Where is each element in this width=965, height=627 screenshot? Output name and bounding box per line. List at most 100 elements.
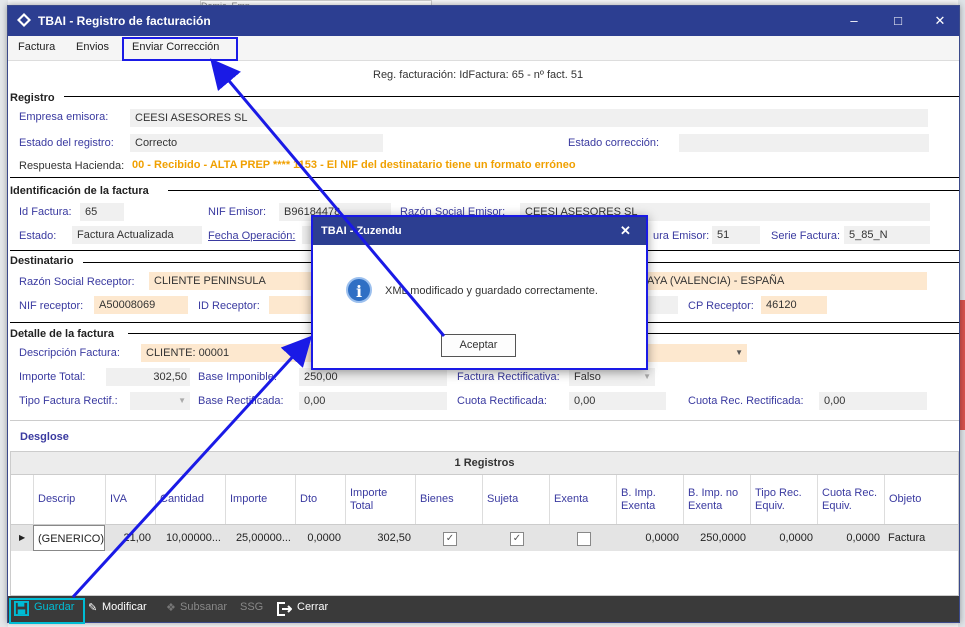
importe-total-field[interactable]: 302,50	[106, 368, 190, 386]
razon-social-receptor-field[interactable]: CLIENTE PENINSULA	[149, 272, 314, 290]
cell-cantidad[interactable]: 10,00000...	[155, 525, 225, 551]
checkbox-sujeta[interactable]: ✓	[510, 532, 524, 546]
wrench-icon: ❖	[166, 602, 176, 614]
serie-factura-label: Serie Factura:	[771, 230, 841, 242]
cell-objeto[interactable]: Factura	[884, 525, 958, 551]
col-cantidad[interactable]: Cantidad	[155, 475, 225, 524]
fecha-operacion-link[interactable]: Fecha Operación:	[208, 230, 295, 242]
empresa-label: Empresa emisora:	[19, 111, 109, 123]
cell-descrip[interactable]: (GENERICO)	[33, 525, 105, 551]
section-destinatario: Destinatario	[10, 255, 74, 267]
col-cuota-rec-equiv[interactable]: Cuota Rec. Equiv.	[817, 475, 884, 524]
col-importe[interactable]: Importe	[225, 475, 295, 524]
invoice-subtitle: Reg. facturación: IdFactura: 65 - nº fac…	[373, 69, 584, 81]
subsanar-button[interactable]: Subsanar	[180, 601, 227, 613]
modificar-button[interactable]: Modificar	[102, 601, 147, 613]
checkbox-exenta[interactable]	[577, 532, 591, 546]
row-expand-icon[interactable]: ▶	[15, 525, 33, 551]
section-detalle: Detalle de la factura	[10, 328, 114, 340]
minimize-button[interactable]: –	[844, 12, 864, 30]
col-dto[interactable]: Dto	[295, 475, 345, 524]
id-receptor-field[interactable]	[269, 296, 314, 314]
chevron-down-icon: ▼	[735, 348, 743, 357]
base-rectificada-field[interactable]: 0,00	[299, 392, 447, 410]
factura-rectificativa-select[interactable]: Falso ▼	[569, 368, 655, 386]
window-title: TBAI - Registro de facturación	[38, 14, 211, 28]
direccion-receptor-field[interactable]: AYA (VALENCIA) - ESPAÑA	[642, 272, 927, 290]
col-descrip[interactable]: Descrip	[33, 475, 105, 524]
col-iva[interactable]: IVA	[105, 475, 155, 524]
tipo-factura-rectif-select[interactable]: ▼	[130, 392, 190, 410]
section-identificacion: Identificación de la factura	[10, 185, 149, 197]
empresa-field[interactable]: CEESI ASESORES SL	[130, 109, 928, 127]
descripcion-factura-field[interactable]: CLIENTE: 00001	[141, 344, 314, 362]
nif-receptor-label: NIF receptor:	[19, 300, 84, 312]
estado-field[interactable]: Factura Actualizada	[72, 226, 202, 244]
dialog-title-bar: TBAI - Zuzendu ✕	[313, 217, 646, 245]
cell-bimp-no-exenta[interactable]: 250,0000	[683, 525, 750, 551]
table-row[interactable]: ▶ (GENERICO) 21,00 10,00000... 25,00000.…	[11, 525, 958, 551]
col-bimp-no-exenta[interactable]: B. Imp. no Exenta	[683, 475, 750, 524]
col-tipo-rec-equiv[interactable]: Tipo Rec. Equiv.	[750, 475, 817, 524]
pencil-icon: ✎	[88, 602, 98, 614]
tipo-factura-rectif-label: Tipo Factura Rectif.:	[19, 395, 118, 407]
col-exenta[interactable]: Exenta	[549, 475, 616, 524]
section-divider	[168, 190, 959, 191]
cuota-rectificada-label: Cuota Rectificada:	[457, 395, 547, 407]
info-icon: i	[346, 277, 372, 303]
dialog-message: XML modificado y guardado correctamente.	[385, 285, 598, 297]
col-importe-total[interactable]: Importe Total	[345, 475, 415, 524]
cuota-rectificada-field[interactable]: 0,00	[569, 392, 666, 410]
base-imponible-label: Base Imponible:	[198, 371, 277, 383]
dialog-close-icon[interactable]: ✕	[620, 223, 631, 239]
importe-total-label: Importe Total:	[19, 371, 86, 383]
guardar-highlight-box	[9, 598, 85, 624]
col-objeto[interactable]: Objeto	[884, 475, 958, 524]
nif-receptor-field[interactable]: A50008069	[94, 296, 188, 314]
grid-records-count: 1 Registros	[11, 452, 958, 475]
estado-registro-label: Estado del registro:	[19, 137, 114, 149]
aceptar-button[interactable]: Aceptar	[441, 334, 516, 357]
close-button[interactable]: ✕	[930, 12, 950, 30]
cell-tipo-rec-equiv[interactable]: 0,0000	[750, 525, 817, 551]
desglose-grid: 1 Registros Descrip IVA Cantidad Importe…	[10, 451, 959, 596]
menu-factura[interactable]: Factura	[18, 41, 55, 53]
numero-factura-field[interactable]: 51	[712, 226, 760, 244]
id-factura-label: Id Factura:	[19, 206, 72, 218]
estado-registro-field[interactable]: Correcto	[130, 134, 383, 152]
cell-dto[interactable]: 0,0000	[295, 525, 345, 551]
id-receptor-label: ID Receptor:	[198, 300, 260, 312]
cell-importe[interactable]: 25,00000...	[225, 525, 295, 551]
chevron-down-icon: ▼	[178, 396, 186, 405]
descripcion-factura-label: Descripción Factura:	[19, 347, 120, 359]
id-factura-field[interactable]: 65	[80, 203, 124, 221]
cell-importe-total[interactable]: 302,50	[345, 525, 415, 551]
cuota-rec-rectificada-field[interactable]: 0,00	[819, 392, 927, 410]
section-registro: Registro	[10, 92, 55, 104]
checkbox-bienes[interactable]: ✓	[443, 532, 457, 546]
cp-receptor-field[interactable]: 46120	[761, 296, 827, 314]
col-sujeta[interactable]: Sujeta	[482, 475, 549, 524]
maximize-button[interactable]: □	[888, 12, 908, 30]
estado-correccion-field[interactable]	[679, 134, 929, 152]
section-divider	[64, 96, 959, 97]
section-divider	[10, 177, 959, 178]
factura-rectificativa-value: Falso	[574, 371, 601, 383]
message-dialog: TBAI - Zuzendu ✕ i XML modificado y guar…	[311, 215, 648, 370]
base-imponible-field[interactable]: 250,00	[299, 368, 447, 386]
app-logo-icon	[17, 13, 31, 27]
cell-bimp-exenta[interactable]: 0,0000	[616, 525, 683, 551]
chevron-down-icon: ▼	[643, 372, 651, 381]
cell-iva[interactable]: 21,00	[105, 525, 155, 551]
menu-envios[interactable]: Envios	[76, 41, 109, 53]
col-bienes[interactable]: Bienes	[415, 475, 482, 524]
serie-factura-field[interactable]: 5_85_N	[844, 226, 930, 244]
col-bimp-exenta[interactable]: B. Imp. Exenta	[616, 475, 683, 524]
base-rectificada-label: Base Rectificada:	[198, 395, 284, 407]
descripcion-dropdown[interactable]: ▼	[642, 344, 747, 362]
menu-bar: Factura Envios Enviar Corrección	[8, 36, 959, 61]
cell-cuota-rec-equiv[interactable]: 0,0000	[817, 525, 884, 551]
cerrar-button[interactable]: Cerrar	[297, 601, 328, 613]
ssg-button[interactable]: SSG	[240, 601, 263, 613]
bottom-toolbar: Guardar ✎ Modificar ❖ Subsanar SSG Cerra…	[8, 596, 959, 622]
